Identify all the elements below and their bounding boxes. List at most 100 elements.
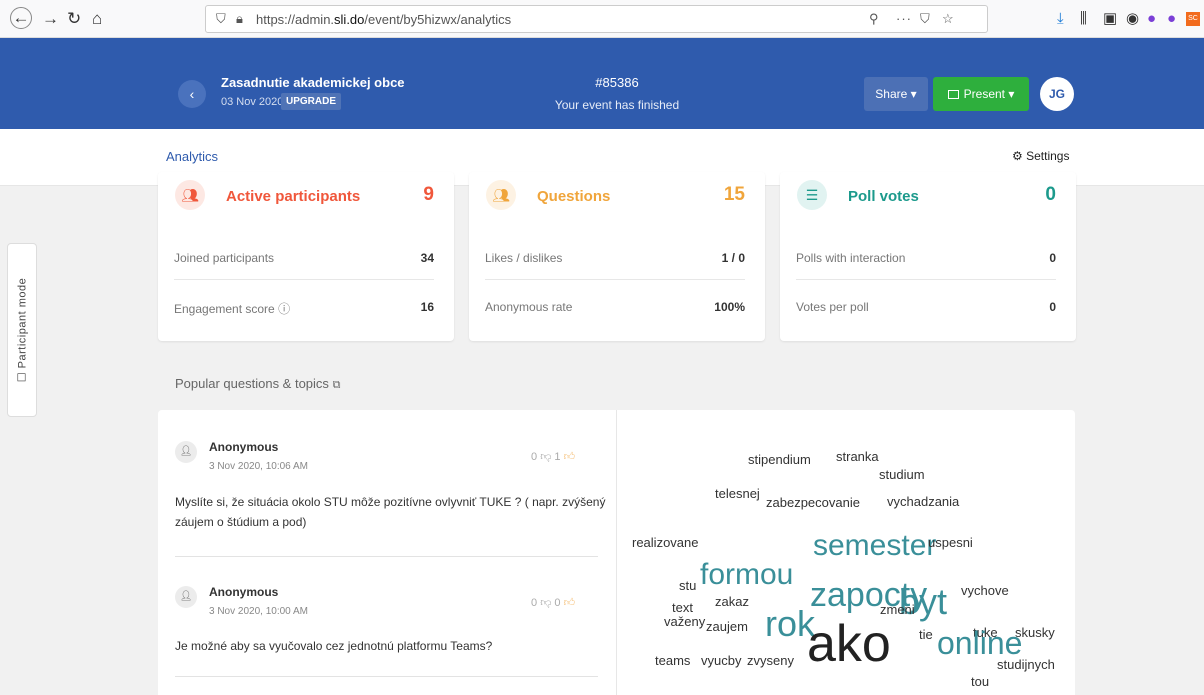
word-cloud-term: zaujem	[706, 619, 748, 634]
poll-icon: ☰	[797, 180, 827, 210]
questions-card: 👥︎ Questions 15 Likes / dislikes 1 / 0 An…	[469, 172, 765, 341]
reload-icon[interactable]: ↻	[67, 9, 81, 29]
dislike-count: 0	[531, 597, 538, 609]
card-number: 0	[1045, 184, 1056, 205]
extension-3-icon[interactable]: SC	[1186, 12, 1200, 26]
card-title: Poll votes	[848, 188, 919, 205]
user-avatar[interactable]: JG	[1040, 77, 1074, 111]
external-link-icon[interactable]: ⧉	[333, 379, 341, 391]
url-text: https://admin.sli.do/event/by5hizwx/anal…	[256, 12, 512, 27]
back-button[interactable]: ‹	[178, 80, 206, 108]
chevron-left-icon: ‹	[189, 86, 195, 102]
word-cloud-term: studium	[879, 467, 925, 482]
settings-link[interactable]: ⚙ Settings	[1012, 149, 1069, 163]
square-icon: ☐	[16, 368, 29, 383]
anonymous-avatar-icon: 👤︎	[175, 586, 197, 608]
extension-icon[interactable]: ●	[1147, 9, 1156, 29]
word-cloud-term: telesnej	[715, 486, 760, 501]
dislike-count: 0	[531, 451, 538, 463]
browser-toolbar: ← → ↻ ⌂ ⛉ 🔒︎ https://admin.sli.do/event/…	[0, 0, 1204, 38]
bookmark-star-icon[interactable]: ☆	[942, 11, 954, 27]
card-row: Votes per poll 0	[796, 300, 1056, 314]
question-author: Anonymous	[209, 440, 279, 454]
key-icon[interactable]: ⚲	[869, 11, 879, 27]
like-count: 1	[554, 451, 561, 463]
word-cloud-term: vyucby	[701, 653, 742, 668]
word-cloud-term: vychove	[961, 583, 1009, 598]
event-code: #85386	[595, 75, 639, 90]
question-time: 3 Nov 2020, 10:06 AM	[209, 461, 308, 472]
word-cloud-term: ako	[807, 615, 891, 673]
word-cloud-term: studijnych	[997, 657, 1055, 672]
popular-panel: 👤︎ Anonymous 3 Nov 2020, 10:06 AM 0 👎︎ 1…	[158, 410, 1075, 695]
people-icon: 👥︎	[486, 180, 516, 210]
participant-mode-label: Participant mode	[16, 277, 29, 369]
account-icon[interactable]: ◉	[1126, 9, 1139, 29]
word-cloud-term: stipendium	[748, 452, 811, 467]
tab-analytics[interactable]: Analytics	[166, 149, 218, 164]
home-icon[interactable]: ⌂	[92, 9, 102, 29]
card-row: Polls with interaction 0	[796, 251, 1056, 265]
like-count: 0	[554, 597, 561, 609]
word-cloud-term: zvyseny	[747, 653, 794, 668]
card-title: Active participants	[226, 188, 361, 205]
present-icon	[947, 90, 959, 99]
word-cloud-term: stu	[679, 578, 697, 593]
word-cloud: stipendium stranka studium telesnej zabezpec…	[617, 410, 1075, 695]
question-votes: 0 👎︎ 1 👍︎	[531, 450, 575, 463]
library-icon[interactable]: ⫼	[1080, 9, 1087, 29]
word-cloud-term: formou	[700, 558, 794, 591]
thumbs-down-icon[interactable]: 👎︎	[540, 451, 551, 463]
word-cloud-term: stranka	[836, 449, 879, 464]
divider	[175, 556, 598, 557]
card-row: Anonymous rate 100%	[485, 300, 745, 314]
word-cloud-term: važeny	[664, 614, 706, 629]
back-arrow-icon[interactable]: ←	[10, 7, 32, 29]
thumbs-up-icon[interactable]: 👍︎	[564, 451, 576, 463]
card-number: 15	[723, 184, 745, 205]
word-cloud-term: teams	[655, 653, 691, 668]
anonymous-avatar-icon: 👤︎	[175, 441, 197, 463]
divider	[485, 279, 745, 280]
question-text: Je možné aby sa vyučovalo cez jednotnú p…	[175, 639, 493, 653]
gear-icon: ⚙	[1012, 149, 1027, 163]
word-cloud-term: zabezpecovanie	[766, 495, 860, 510]
question-time: 3 Nov 2020, 10:00 AM	[209, 606, 308, 617]
word-cloud-term: tou	[971, 674, 990, 689]
word-cloud-term: tie	[919, 627, 933, 642]
card-row: Likes / dislikes 1 / 0	[485, 251, 745, 265]
share-button[interactable]: Share ▾	[864, 77, 928, 111]
event-date: 03 Nov 2020	[221, 96, 284, 108]
people-icon: 👥︎	[175, 180, 205, 210]
download-icon[interactable]: ⤓	[1057, 9, 1064, 29]
thumbs-up-icon[interactable]: 👍︎	[564, 597, 576, 609]
upgrade-badge[interactable]: UPGRADE	[281, 93, 342, 110]
question-votes: 0 👎︎ 0 👍︎	[531, 596, 575, 609]
divider	[174, 279, 434, 280]
participant-mode-tab[interactable]: ☐ Participant mode	[7, 243, 37, 417]
word-cloud-term: online	[937, 625, 1023, 661]
poll-votes-card: ☰ Poll votes 0 Polls with interaction 0 V…	[780, 172, 1076, 341]
present-button[interactable]: Present ▾	[933, 77, 1029, 111]
shield-icon[interactable]: ⛉	[216, 11, 226, 27]
lock-icon[interactable]: 🔒︎	[236, 11, 243, 27]
pocket-icon[interactable]: ⛉	[920, 11, 930, 27]
sidebar-icon[interactable]: ▣	[1103, 9, 1117, 29]
card-number: 9	[423, 184, 434, 205]
address-bar[interactable]: ⛉ 🔒︎ https://admin.sli.do/event/by5hizwx…	[205, 5, 988, 33]
word-cloud-term: realizovane	[632, 535, 699, 550]
divider	[175, 676, 598, 677]
word-cloud-term: vychadzania	[887, 494, 960, 509]
word-cloud-term: uspesni	[928, 535, 973, 550]
thumbs-down-icon[interactable]: 👎︎	[540, 597, 551, 609]
card-row: Engagement score ⓘ 16	[174, 300, 434, 316]
event-status: Your event has finished	[554, 98, 680, 112]
card-title: Questions	[537, 188, 611, 205]
forward-arrow-icon[interactable]: →	[42, 9, 59, 29]
divider	[796, 279, 1056, 280]
extension-2-icon[interactable]: ●	[1167, 9, 1176, 29]
popular-title: Popular questions & topics ⧉	[175, 376, 341, 391]
page-actions-icon[interactable]: ···	[896, 11, 912, 26]
card-row: Joined participants 34	[174, 251, 434, 265]
word-cloud-term: zakaz	[715, 594, 749, 609]
